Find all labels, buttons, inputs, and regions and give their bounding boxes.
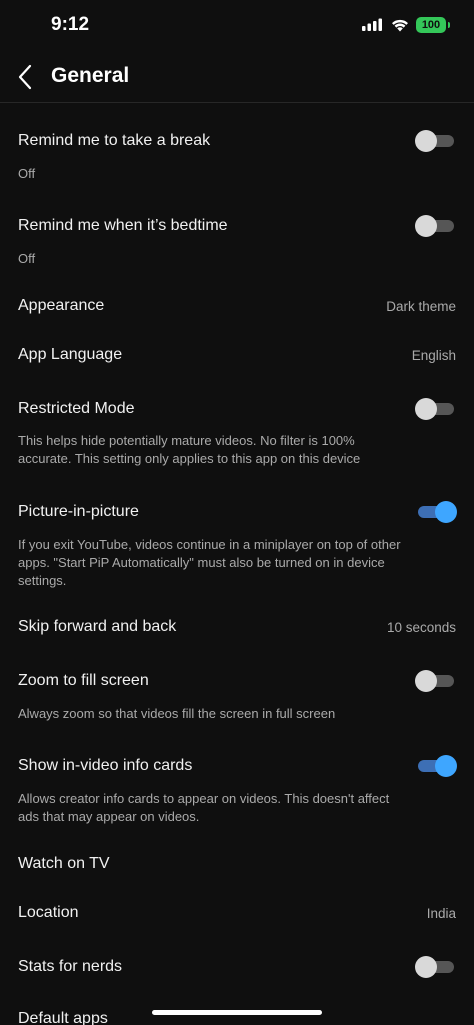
pip-toggle[interactable] (416, 500, 457, 524)
setting-pip[interactable]: Picture-in-picture If you exit YouTube, … (0, 491, 474, 593)
toggle-thumb (415, 670, 437, 692)
setting-restricted-mode[interactable]: Restricted Mode This helps hide potentia… (0, 388, 474, 472)
setting-value: 10 seconds (386, 620, 456, 635)
battery-level: 100 (421, 19, 441, 31)
setting-title: Skip forward and back (18, 618, 177, 635)
setting-app-language[interactable]: App Language English (0, 334, 474, 378)
setting-title: Stats for nerds (18, 958, 123, 975)
setting-subtitle: Off (18, 166, 36, 181)
setting-value: English (411, 348, 456, 363)
setting-title: Location (18, 904, 79, 921)
chevron-left-icon (18, 64, 32, 90)
signal-icon (362, 18, 382, 31)
bedtime-toggle[interactable] (415, 214, 456, 238)
setting-title: Remind me when it’s bedtime (18, 217, 228, 234)
toggle-thumb (415, 398, 437, 420)
restricted-mode-toggle[interactable] (415, 397, 456, 421)
setting-bedtime[interactable]: Remind me when it’s bedtime Off (0, 205, 474, 275)
setting-title: Picture-in-picture (18, 503, 139, 520)
setting-description: Allows creator info cards to appear on v… (18, 791, 390, 824)
setting-take-break[interactable]: Remind me to take a break Off (0, 120, 474, 190)
setting-title: Default apps (18, 1010, 108, 1025)
take-break-toggle[interactable] (415, 129, 456, 153)
setting-description: This helps hide potentially mature video… (18, 433, 361, 466)
setting-location[interactable]: Location India (0, 892, 474, 936)
info-cards-toggle[interactable] (416, 754, 457, 778)
home-indicator[interactable] (152, 1010, 322, 1015)
header: General (0, 52, 474, 102)
toggle-thumb (435, 501, 457, 523)
setting-title: Zoom to fill screen (18, 672, 149, 689)
setting-value: Dark theme (386, 299, 456, 314)
status-time: 9:12 (51, 14, 90, 35)
setting-title: App Language (18, 346, 123, 363)
setting-subtitle: Off (18, 251, 36, 266)
status-bar: 9:12 100 (0, 0, 474, 52)
setting-info-cards[interactable]: Show in-video info cards Allows creator … (0, 745, 474, 829)
back-button[interactable] (10, 60, 40, 94)
setting-appearance[interactable]: Appearance Dark theme (0, 285, 474, 329)
setting-watch-on-tv[interactable]: Watch on TV (0, 843, 474, 887)
toggle-thumb (415, 130, 437, 152)
toggle-thumb (415, 215, 437, 237)
toggle-thumb (435, 755, 457, 777)
battery-icon: 100 (416, 17, 450, 33)
setting-title: Restricted Mode (18, 400, 135, 417)
page-title: General (51, 64, 130, 87)
header-divider (0, 102, 474, 103)
setting-title: Show in-video info cards (18, 757, 193, 774)
battery-cap (448, 22, 450, 28)
setting-description: Always zoom so that videos fill the scre… (18, 706, 336, 721)
setting-description: If you exit YouTube, videos continue in … (18, 537, 401, 588)
setting-value: India (426, 906, 456, 921)
setting-title: Watch on TV (18, 855, 110, 872)
stats-toggle[interactable] (415, 955, 456, 979)
zoom-toggle[interactable] (415, 669, 456, 693)
wifi-icon (392, 19, 408, 32)
toggle-thumb (415, 956, 437, 978)
setting-stats-for-nerds[interactable]: Stats for nerds (0, 946, 474, 990)
setting-zoom[interactable]: Zoom to fill screen Always zoom so that … (0, 660, 474, 726)
status-icons: 100 (362, 17, 450, 33)
setting-title: Appearance (18, 297, 105, 314)
setting-skip[interactable]: Skip forward and back 10 seconds (0, 606, 474, 650)
setting-title: Remind me to take a break (18, 132, 211, 149)
